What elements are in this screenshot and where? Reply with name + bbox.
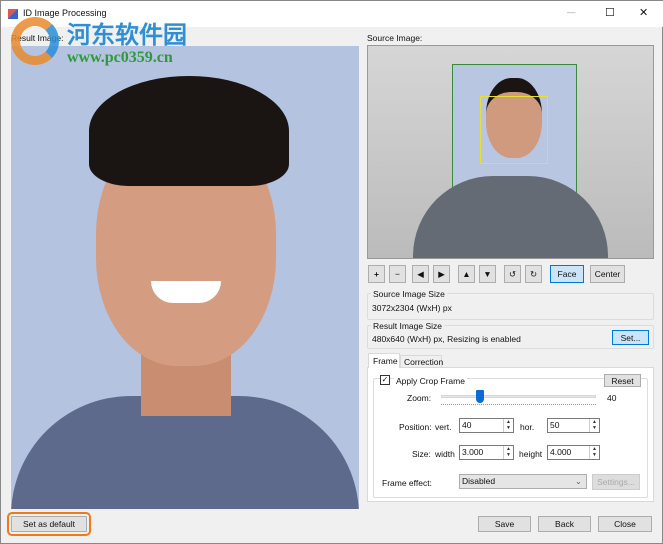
source-size-title: Source Image Size bbox=[371, 289, 447, 299]
zoom-out-button[interactable]: − bbox=[389, 265, 406, 283]
save-button[interactable]: Save bbox=[478, 516, 531, 532]
hor-label: hor. bbox=[520, 422, 535, 432]
zoom-slider-thumb[interactable] bbox=[476, 390, 484, 403]
source-size-value: 3072x2304 (WxH) px bbox=[372, 303, 452, 313]
zoom-value: 40 bbox=[607, 393, 617, 403]
minimize-button[interactable]: — bbox=[567, 7, 576, 17]
width-value: 3.000 bbox=[462, 447, 484, 457]
source-image[interactable] bbox=[367, 45, 654, 259]
chevron-down-icon: ⌄ bbox=[574, 476, 582, 486]
vert-spinner[interactable]: ▲ ▼ bbox=[503, 419, 513, 432]
source-body bbox=[413, 176, 608, 258]
rotate-cw-button[interactable]: ↻ bbox=[525, 265, 542, 283]
zoom-in-button[interactable]: + bbox=[368, 265, 385, 283]
hor-spinner[interactable]: ▲ ▼ bbox=[589, 419, 599, 432]
zoom-ticks bbox=[441, 404, 596, 406]
watermark-logo bbox=[11, 17, 59, 65]
width-spinner[interactable]: ▲ ▼ bbox=[503, 446, 513, 459]
rotate-ccw-button[interactable]: ↺ bbox=[504, 265, 521, 283]
vert-label: vert. bbox=[435, 422, 452, 432]
watermark-name: 河东软件园 bbox=[67, 20, 187, 49]
vert-value: 40 bbox=[462, 420, 472, 430]
crop-frame[interactable] bbox=[480, 96, 548, 164]
frame-effect-select[interactable]: Disabled ⌄ bbox=[459, 474, 587, 489]
result-size-value: 480x640 (WxH) px, Resizing is enabled bbox=[372, 334, 521, 344]
zoom-label: Zoom: bbox=[407, 393, 432, 403]
maximize-button[interactable]: ☐ bbox=[605, 6, 615, 19]
move-down-button[interactable]: ▼ bbox=[479, 265, 496, 283]
watermark-url: www.pc0359.cn bbox=[67, 49, 173, 66]
tab-frame[interactable]: Frame bbox=[368, 353, 400, 368]
face-button[interactable]: Face bbox=[550, 265, 584, 283]
set-as-default-button[interactable]: Set as default bbox=[7, 512, 91, 536]
height-spinner[interactable]: ▲ ▼ bbox=[589, 446, 599, 459]
close-dialog-button[interactable]: Close bbox=[598, 516, 652, 532]
set-size-button[interactable]: Set... bbox=[612, 330, 649, 345]
result-image bbox=[11, 46, 359, 509]
height-input[interactable]: 4.000 ▲ ▼ bbox=[547, 445, 600, 460]
source-image-label: Source Image: bbox=[367, 33, 423, 43]
width-input[interactable]: 3.000 ▲ ▼ bbox=[459, 445, 514, 460]
reset-button[interactable]: Reset bbox=[604, 374, 641, 387]
zoom-slider-track[interactable] bbox=[441, 395, 596, 398]
back-button[interactable]: Back bbox=[538, 516, 591, 532]
apply-crop-checkbox[interactable]: ✓ bbox=[380, 375, 390, 385]
hor-input[interactable]: 50 ▲ ▼ bbox=[547, 418, 600, 433]
height-value: 4.000 bbox=[550, 447, 572, 457]
size-label: Size: bbox=[412, 449, 431, 459]
watermark: 河东软件园 www.pc0359.cn bbox=[9, 11, 209, 71]
apply-crop-label: Apply Crop Frame bbox=[394, 376, 467, 386]
frame-effect-value: Disabled bbox=[462, 476, 496, 486]
move-left-button[interactable]: ◀ bbox=[412, 265, 429, 283]
frame-effect-label: Frame effect: bbox=[382, 478, 432, 488]
close-button[interactable]: ✕ bbox=[639, 6, 648, 19]
settings-button[interactable]: Settings... bbox=[592, 474, 640, 490]
height-label: height bbox=[519, 449, 543, 459]
vert-input[interactable]: 40 ▲ ▼ bbox=[459, 418, 514, 433]
smile bbox=[151, 281, 221, 303]
position-label: Position: bbox=[399, 422, 432, 432]
move-up-button[interactable]: ▲ bbox=[458, 265, 475, 283]
move-right-button[interactable]: ▶ bbox=[433, 265, 450, 283]
width-label: width bbox=[435, 449, 455, 459]
hor-value: 50 bbox=[550, 420, 560, 430]
result-size-title: Result Image Size bbox=[371, 321, 444, 331]
center-button[interactable]: Center bbox=[590, 265, 625, 283]
tab-correction[interactable]: Correction bbox=[400, 355, 443, 367]
hair bbox=[89, 76, 289, 186]
